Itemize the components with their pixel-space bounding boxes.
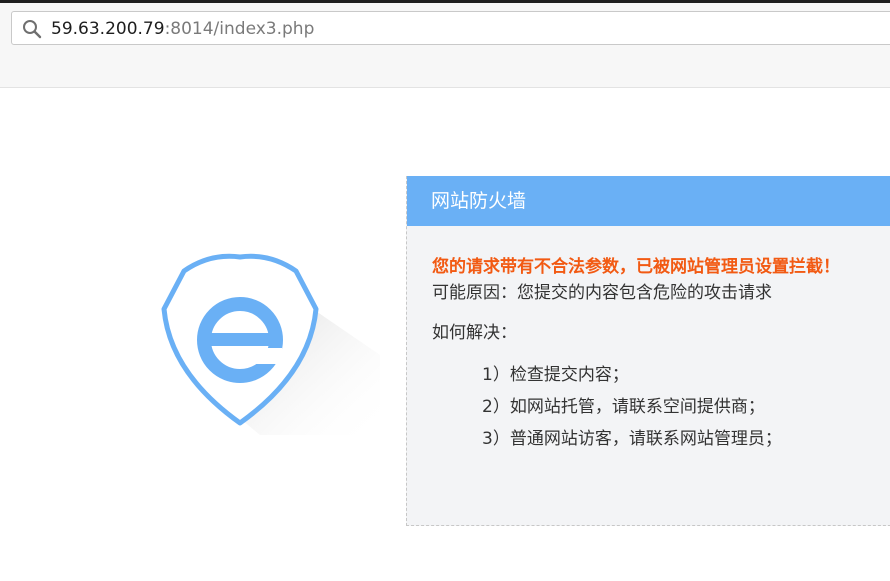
resolution-step: 3）普通网站访客，请联系网站管理员； xyxy=(482,429,782,449)
firewall-panel: 网站防火墙 您的请求带有不合法参数，已被网站管理员设置拦截！ 可能原因：您提交的… xyxy=(406,176,890,526)
url-host: 59.63.200.79 xyxy=(51,19,165,39)
shield-e-icon xyxy=(161,253,380,435)
panel-title: 网站防火墙 xyxy=(407,176,890,226)
resolution-step: 1）检查提交内容； xyxy=(482,365,629,385)
resolution-steps: 1）检查提交内容； 2）如网站托管，请联系空间提供商； 3）普通网站访客，请联系… xyxy=(482,359,782,455)
address-bar[interactable]: 59.63.200.79:8014/index3.php xyxy=(11,11,890,45)
address-url[interactable]: 59.63.200.79:8014/index3.php xyxy=(51,19,314,39)
how-to-resolve: 如何解决： xyxy=(432,323,517,343)
possible-reason: 可能原因：您提交的内容包含危险的攻击请求 xyxy=(432,283,772,303)
browser-toolbar: 59.63.200.79:8014/index3.php xyxy=(0,3,890,88)
block-warning: 您的请求带有不合法参数，已被网站管理员设置拦截！ xyxy=(432,257,840,277)
search-icon xyxy=(23,20,42,39)
resolution-step: 2）如网站托管，请联系空间提供商； xyxy=(482,397,765,417)
url-path: :8014/index3.php xyxy=(164,19,315,39)
